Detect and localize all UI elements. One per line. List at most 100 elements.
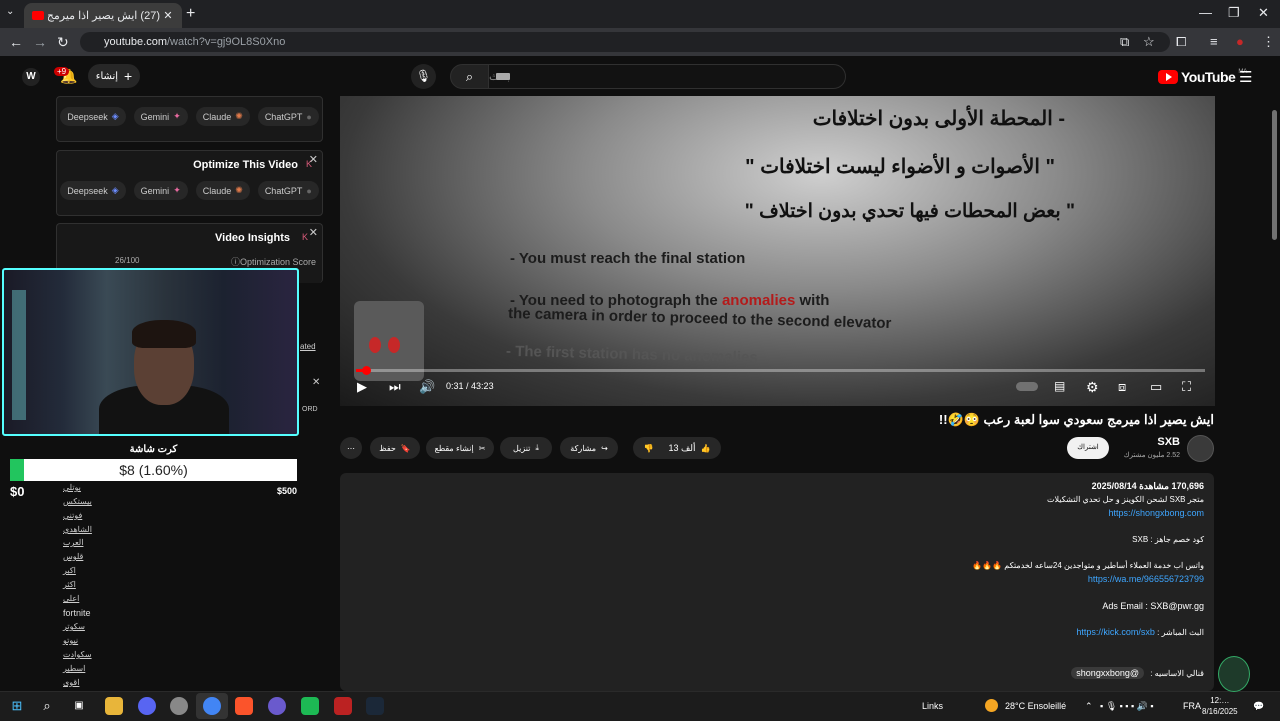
- subscribe-button[interactable]: اشتراك: [1067, 437, 1109, 459]
- tag-link[interactable]: نيوتو: [63, 636, 78, 645]
- share-button[interactable]: مشاركة ↪: [560, 437, 618, 459]
- tag-link[interactable]: العرب: [63, 538, 83, 547]
- side-close-icon[interactable]: ✕: [312, 377, 320, 388]
- ai-pill-gemini[interactable]: Gemini ✦: [133, 107, 188, 126]
- media-icon[interactable]: ≡: [1210, 34, 1218, 49]
- subtitles-icon[interactable]: ▤: [1054, 379, 1065, 393]
- taskbar-search-icon[interactable]: ⌕: [38, 697, 56, 715]
- fullscreen-icon[interactable]: ⛶: [1182, 379, 1191, 395]
- tag-link[interactable]: اسطير: [63, 664, 85, 673]
- video-player[interactable]: - المحطة الأولى بدون اختلافات " الأصوات …: [340, 96, 1215, 406]
- insights-close-icon[interactable]: ✕: [309, 226, 318, 239]
- page-scrollbar[interactable]: [1272, 110, 1277, 240]
- back-icon[interactable]: ←: [9, 34, 23, 50]
- tray-chevron-icon[interactable]: ⌃: [1085, 701, 1093, 712]
- taskbar-clock[interactable]: 12:… 8/16/2025: [1202, 695, 1238, 717]
- tag-link[interactable]: سكوادت: [63, 650, 92, 659]
- like-icon[interactable]: 👍: [701, 444, 711, 453]
- optimize-pill-chatgpt[interactable]: ChatGPT ●: [257, 181, 319, 200]
- donation-goal: كرت شاشة $8 (1.60%) $0 $500: [10, 444, 297, 499]
- extensions-icon[interactable]: ⧠: [1176, 34, 1186, 50]
- tab-close-icon[interactable]: ✕: [160, 9, 176, 22]
- tag-link[interactable]: سكوتر: [63, 622, 85, 631]
- app-icon-3[interactable]: [334, 697, 352, 715]
- tray-icons[interactable]: ▪ 🎙 ▪ ▪ ▪ 🔊 ▪: [1100, 701, 1154, 712]
- tag-link[interactable]: فوتني: [63, 511, 82, 520]
- youtube-logo[interactable]: YouTube MA: [1158, 69, 1247, 85]
- search-input[interactable]: بحث: [488, 64, 846, 89]
- account-avatar[interactable]: W: [22, 68, 40, 86]
- like-count[interactable]: 13 ألف: [668, 443, 695, 454]
- desc-link-channel[interactable]: @shongxxbong: [1071, 667, 1144, 679]
- browser-tab[interactable]: (27) ايش يصير اذا ميرمج سع ✕: [24, 3, 182, 28]
- bookmark-star-icon[interactable]: ☆: [1143, 34, 1155, 50]
- file-explorer-icon[interactable]: [105, 697, 123, 715]
- optimize-close-icon[interactable]: ✕: [309, 153, 318, 166]
- tag-link[interactable]: اقوى: [63, 678, 79, 687]
- autoplay-toggle[interactable]: [1016, 382, 1038, 391]
- save-button[interactable]: حفظ 🔖: [370, 437, 420, 459]
- weather-text[interactable]: 28°C Ensoleillé: [1005, 701, 1066, 711]
- ai-pill-claude[interactable]: Claude ✺: [195, 107, 250, 126]
- window-close-icon[interactable]: ✕: [1258, 5, 1269, 21]
- chrome-icon[interactable]: [203, 697, 221, 715]
- channel-avatar[interactable]: [1187, 435, 1214, 462]
- tag-link[interactable]: fortnite: [63, 608, 91, 618]
- brave-icon[interactable]: [235, 697, 253, 715]
- download-button[interactable]: تنزيل ⤓: [500, 437, 552, 459]
- notification-center-icon[interactable]: 💬: [1253, 701, 1264, 712]
- obs-icon[interactable]: [268, 697, 286, 715]
- optimize-pill-deepseek[interactable]: Deepseek ◈: [60, 181, 126, 200]
- keyboard-icon[interactable]: [496, 73, 510, 80]
- volume-icon[interactable]: 🔊: [419, 379, 435, 395]
- tab-search-icon[interactable]: ⌄: [6, 6, 14, 17]
- settings-gear-icon[interactable]: ⚙: [1086, 379, 1099, 396]
- video-progress-bar[interactable]: [356, 366, 1205, 375]
- channel-name[interactable]: SXB: [1100, 436, 1180, 448]
- app-icon-2[interactable]: [301, 697, 319, 715]
- ai-pill-chatgpt[interactable]: ChatGPT ●: [257, 107, 319, 126]
- voice-search-icon[interactable]: 🎙: [411, 64, 436, 89]
- tag-link[interactable]: بيستكس: [63, 497, 92, 506]
- next-icon[interactable]: ⏭: [389, 379, 401, 395]
- tag-link[interactable]: اعلى: [63, 594, 79, 603]
- address-bar[interactable]: youtube.com/watch?v=gj9OL8S0Xno: [80, 32, 1170, 52]
- theater-mode-icon[interactable]: ▭: [1150, 379, 1162, 395]
- create-button[interactable]: إنشاء +: [88, 64, 140, 88]
- browser-menu-icon[interactable]: ⋮: [1262, 34, 1275, 50]
- tag-link[interactable]: اكثر: [63, 580, 76, 589]
- tag-link[interactable]: بوتلي: [63, 483, 81, 492]
- optimize-pill-gemini[interactable]: Gemini ✦: [133, 181, 188, 200]
- play-icon[interactable]: ▶: [357, 379, 367, 395]
- language-indicator[interactable]: FRA: [1183, 701, 1201, 711]
- cast-icon[interactable]: ⧉: [1120, 34, 1129, 50]
- app-icon-1[interactable]: [170, 697, 188, 715]
- profile-icon[interactable]: ●: [1236, 34, 1244, 49]
- tag-link[interactable]: الشاهدي: [63, 525, 92, 534]
- clip-button[interactable]: إنشاء مقطع ✂: [426, 437, 494, 459]
- windows-start-icon[interactable]: ⊞: [8, 697, 26, 715]
- guide-menu-icon[interactable]: ☰: [1239, 68, 1252, 86]
- more-actions-icon[interactable]: ⋯: [340, 437, 362, 459]
- optimize-pill-claude[interactable]: Claude ✺: [195, 181, 250, 200]
- minimize-icon[interactable]: —: [1199, 5, 1212, 20]
- tag-link[interactable]: اكبر: [63, 566, 76, 575]
- reload-icon[interactable]: ↻: [57, 34, 69, 51]
- ai-pill-deepseek[interactable]: Deepseek ◈: [60, 107, 126, 126]
- forward-icon[interactable]: →: [33, 34, 47, 50]
- desc-link-whatsapp[interactable]: https://wa.me/966556723799: [1088, 574, 1204, 584]
- description-box[interactable]: 170,696 مشاهدة 2025/08/14 متجر SXB لشحن …: [340, 473, 1214, 691]
- partial-link[interactable]: ated: [300, 342, 316, 351]
- dislike-icon[interactable]: 👎: [643, 444, 653, 453]
- search-button[interactable]: ⌕: [450, 64, 489, 89]
- miniplayer-icon[interactable]: ⧈: [1118, 379, 1126, 395]
- desc-link-store[interactable]: https://shongxbong.com: [1108, 508, 1204, 518]
- links-label[interactable]: Links: [922, 701, 943, 711]
- discord-icon[interactable]: [138, 697, 156, 715]
- new-tab-icon[interactable]: +: [186, 5, 195, 23]
- tag-link[interactable]: قلوس: [63, 552, 83, 561]
- steam-icon[interactable]: [366, 697, 384, 715]
- desc-link-kick[interactable]: https://kick.com/sxb: [1076, 627, 1155, 637]
- task-view-icon[interactable]: ▣: [70, 697, 88, 715]
- restore-icon[interactable]: ❐: [1228, 5, 1240, 21]
